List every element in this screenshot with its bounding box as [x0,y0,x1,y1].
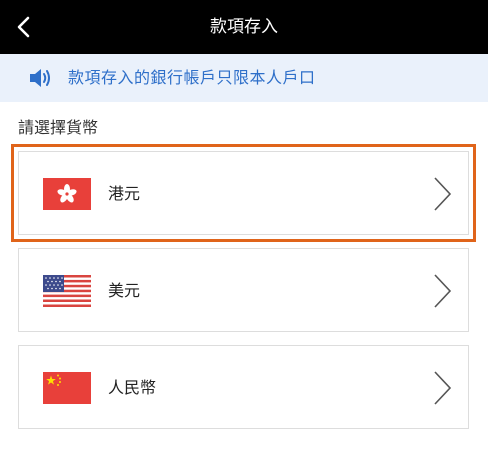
currency-name: 美元 [108,281,141,300]
chevron-right-icon [434,177,452,211]
currency-option-usd[interactable]: 美元 [18,248,469,332]
china-flag-icon [43,372,91,404]
speaker-icon [30,69,50,87]
app-header: 款項存入 [0,0,488,54]
notice-text: 款項存入的銀行帳戶只限本人戶口 [68,68,316,87]
currency-name: 人民幣 [108,378,157,397]
notice-banner: 款項存入的銀行帳戶只限本人戶口 [0,54,488,102]
currency-name: 港元 [108,184,141,203]
currency-option-hkd[interactable]: 港元 [11,144,476,242]
section-label: 請選擇貨幣 [18,118,99,137]
currency-option-rmb[interactable]: 人民幣 [18,345,469,429]
hong-kong-flag-icon [43,178,91,210]
page-title: 款項存入 [210,17,278,37]
us-flag-icon [43,275,91,307]
chevron-right-icon [434,371,452,405]
chevron-right-icon [434,274,452,308]
